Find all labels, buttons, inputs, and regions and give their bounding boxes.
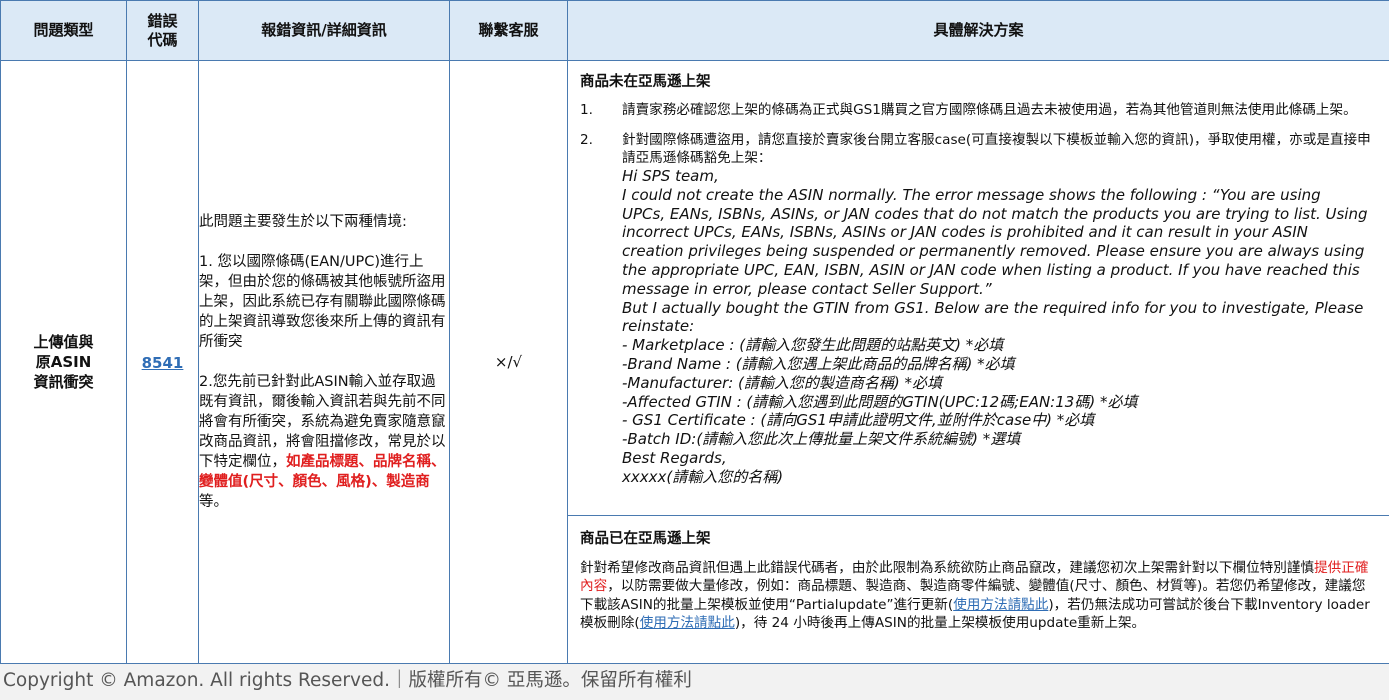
case-template-line: - Marketplace : (請輸入您發生此問題的站點英文) *必填 bbox=[622, 336, 1004, 355]
problem-type-line2: 原ASIN bbox=[35, 353, 92, 371]
detail-intro: 此問題主要發生於以下兩種情境: bbox=[199, 214, 407, 230]
error-code-cell: 8541 bbox=[126, 60, 199, 664]
solution-item-1-text: 請賣家務必確認您上架的條碼為正式與GS1購買之官方國際條碼且過去未被使用過，若為… bbox=[622, 102, 1357, 118]
solution-item-2-number: 2. bbox=[580, 132, 593, 148]
case-template-line: Best Regards, bbox=[622, 448, 727, 467]
detail-case-1: 1. 您以國際條碼(EAN/UPC)進行上架，但由於您的條碼被其他帳號所盜用上架… bbox=[199, 254, 446, 350]
case-template-line: -Brand Name : (請輸入您遇上架此商品的品牌名稱) *必填 bbox=[622, 354, 1015, 373]
case-template-line: I could not create the ASIN normally. Th… bbox=[622, 185, 1321, 204]
header-solution: 具體解決方案 bbox=[567, 0, 1389, 61]
solution-not-listed-cell: 商品未在亞馬遜上架 1. 請賣家務必確認您上架的條碼為正式與GS1購買之官方國際… bbox=[567, 60, 1389, 516]
solution-listed-text-4: )，待 24 小時後再上傳ASIN的批量上架模板使用update重新上架。 bbox=[734, 615, 1146, 631]
table-header-row: 問題類型 錯誤 代碼 報錯資訊/詳細資訊 聯繫客服 具體解決方案 bbox=[0, 0, 1389, 61]
case-template-line: -Batch ID:(請輸入您此次上傳批量上架文件系統編號) *選填 bbox=[622, 430, 1021, 449]
header-error-code-line2: 代碼 bbox=[147, 30, 178, 49]
solution-not-listed-title: 商品未在亞馬遜上架 bbox=[580, 74, 711, 90]
inventory-loader-howto-link[interactable]: 使用方法請點此 bbox=[640, 615, 735, 631]
solution-item-2: 2. 針對國際條碼遭盜用，請您直接於賣家後台開立客服case(可直接複製以下模板… bbox=[580, 131, 1377, 167]
header-contact-support: 聯繫客服 bbox=[449, 0, 568, 61]
problem-type-line3: 資訊衝突 bbox=[33, 373, 94, 391]
solution-listed-cell: 商品已在亞馬遜上架 針對希望修改商品資訊但遇上此錯誤代碼者，由於此限制為系統欲防… bbox=[567, 515, 1389, 664]
header-error-detail: 報錯資訊/詳細資訊 bbox=[198, 0, 450, 61]
error-detail-cell: 此問題主要發生於以下兩種情境: 1. 您以國際條碼(EAN/UPC)進行上架，但… bbox=[198, 60, 450, 664]
case-template-line: -Manufacturer: (請輸入您的製造商名稱) *必填 bbox=[622, 373, 943, 392]
detail-case-2: 2.您先前已針對此ASIN輸入並存取過既有資訊，爾後輸入資訊若與先前不同將會有所… bbox=[199, 372, 449, 512]
case-template-line: -Affected GTIN : (請輸入您遇到此問題的GTIN(UPC:12碼… bbox=[622, 392, 1138, 411]
partialupdate-howto-link[interactable]: 使用方法請點此 bbox=[953, 597, 1048, 613]
header-error-code: 錯誤 代碼 bbox=[126, 0, 199, 61]
case-template-line: creation privileges being suspended or p… bbox=[622, 242, 1365, 261]
solution-listed-text-1: 針對希望修改商品資訊但遇上此錯誤代碼者，由於此限制為系統欲防止商品竄改，建議您初… bbox=[580, 559, 1315, 576]
problem-type-cell: 上傳值與 原ASIN 資訊衝突 bbox=[0, 60, 127, 664]
solution-listed-text: 針對希望修改商品資訊但遇上此錯誤代碼者，由於此限制為系統欲防止商品竄改，建議您初… bbox=[580, 559, 1377, 633]
header-error-code-line1: 錯誤 bbox=[147, 11, 178, 30]
solution-not-listed: 商品未在亞馬遜上架 1. 請賣家務必確認您上架的條碼為正式與GS1購買之官方國際… bbox=[568, 61, 1389, 495]
case-template-line: But I actually bought the GTIN from GS1.… bbox=[622, 298, 1364, 317]
header-problem-type: 問題類型 bbox=[0, 0, 127, 61]
error-code-table: 問題類型 錯誤 代碼 報錯資訊/詳細資訊 聯繫客服 具體解決方案 上傳值與 原A… bbox=[0, 0, 1389, 664]
solution-item-1-number: 1. bbox=[580, 102, 593, 118]
contact-support-cell: ×/√ bbox=[449, 60, 568, 664]
case-template-line: - GS1 Certificate : (請向GS1申請此證明文件,並附件於ca… bbox=[622, 411, 1095, 430]
problem-type-line1: 上傳值與 bbox=[33, 333, 94, 351]
case-template-line: Hi SPS team, bbox=[622, 167, 719, 185]
solution-listed-title: 商品已在亞馬遜上架 bbox=[580, 531, 711, 547]
case-template-line: UPCs, EANs, ISBNs, ASINs, or JAN codes t… bbox=[622, 204, 1368, 223]
case-template-line: message in error, please contact Seller … bbox=[622, 279, 992, 298]
table-row: 上傳值與 原ASIN 資訊衝突 8541 此問題主要發生於以下兩種情境: 1. … bbox=[0, 60, 1389, 664]
solution-listed: 商品已在亞馬遜上架 針對希望修改商品資訊但遇上此錯誤代碼者，由於此限制為系統欲防… bbox=[568, 516, 1389, 641]
case-template-line: xxxxx(請輸入您的名稱) bbox=[622, 467, 784, 486]
case-template-line: reinstate: bbox=[622, 317, 695, 336]
case-template-line: the appropriate UPC, EAN, ISBN, ASIN or … bbox=[622, 260, 1360, 279]
solution-item-1: 1. 請賣家務必確認您上架的條碼為正式與GS1購買之官方國際條碼且過去未被使用過… bbox=[580, 101, 1377, 119]
solution-item-2-text: 針對國際條碼遭盜用，請您直接於賣家後台開立客服case(可直接複製以下模板並輸入… bbox=[622, 132, 1371, 166]
case-template-line: incorrect UPCs, EANs, ISBNs, ASINs or JA… bbox=[622, 223, 1308, 242]
case-template: Hi SPS team, I could not create the ASIN… bbox=[622, 167, 1377, 487]
detail-case-2-end: 等。 bbox=[199, 494, 228, 510]
copyright-footer: Copyright © Amazon. All rights Reserved.… bbox=[0, 664, 1389, 700]
error-code-link[interactable]: 8541 bbox=[142, 354, 184, 372]
